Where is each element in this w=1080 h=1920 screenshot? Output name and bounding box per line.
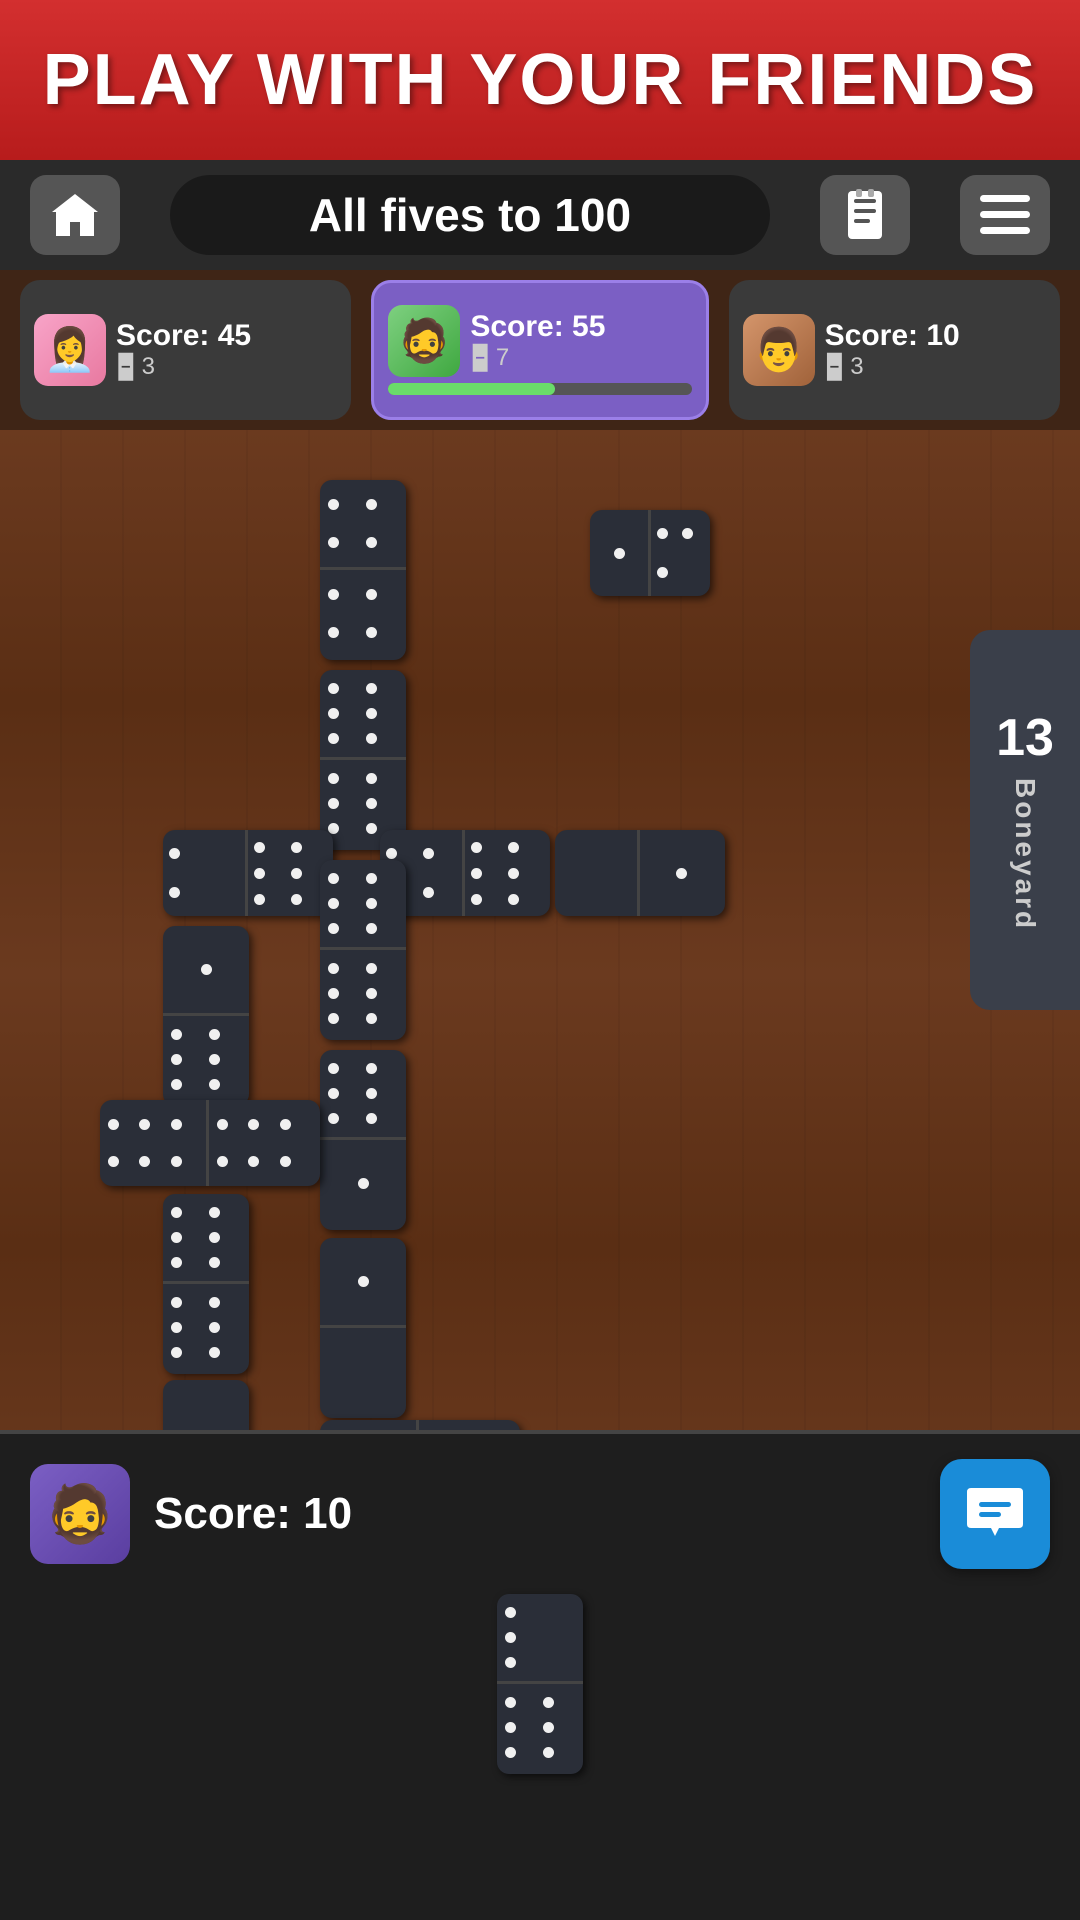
domino-4[interactable] [163,830,333,916]
banner: PLAY WITH YOUR FRIENDS [0,0,1080,160]
my-avatar: 🧔 [30,1464,130,1564]
players-row: 👩‍💼 Score: 45 🁢 3 🧔 Score: 55 🁢 7 [0,270,1080,430]
player-card-1: 👩‍💼 Score: 45 🁢 3 [20,280,351,420]
boneyard-count: 13 [996,708,1054,768]
boneyard-label: Boneyard [1009,778,1041,931]
game-title-box: All fives to 100 [170,175,770,255]
progress-bar-fill [388,383,555,395]
domino-13[interactable] [320,1238,406,1418]
domino-2[interactable] [320,670,406,850]
player-score-3: Score: 10 [825,319,1046,353]
game-title: All fives to 100 [309,188,631,242]
chat-button[interactable] [940,1459,1050,1569]
boneyard[interactable]: 13 Boneyard [970,630,1080,1010]
player-card-2: 🧔 Score: 55 🁢 7 [371,280,708,420]
progress-bar-bg [388,383,691,395]
domino-7[interactable] [163,926,249,1106]
wood-background [0,430,1080,1520]
menu-button[interactable] [960,175,1050,255]
domino-8[interactable] [320,860,406,1040]
domino-1[interactable] [320,480,406,660]
player-tiles-2: 🁢 7 [470,344,691,373]
domino-3[interactable] [590,510,710,596]
avatar-2: 🧔 [388,305,460,377]
player-tiles-1: 🁢 3 [116,353,337,382]
my-domino[interactable] [497,1594,583,1774]
player-card-3: 👨 Score: 10 🁢 3 [729,280,1060,420]
my-domino-area [0,1574,1080,1774]
tile-icon-2: 🁢 [470,344,490,373]
domino-6[interactable] [555,830,725,916]
board-area: 13 Boneyard [0,430,1080,1520]
notes-button[interactable] [820,175,910,255]
my-score: Score: 10 [154,1489,352,1539]
domino-9[interactable] [320,1050,406,1230]
bottom-area: 🧔 Score: 10 [0,1430,1080,1920]
avatar-1: 👩‍💼 [34,314,106,386]
player-score-2: Score: 55 [470,310,691,344]
tile-icon-1: 🁢 [116,353,136,382]
avatar-3: 👨 [743,314,815,386]
domino-10[interactable] [100,1100,320,1186]
tile-icon-3: 🁢 [825,353,845,382]
player-tiles-3: 🁢 3 [825,353,1046,382]
toolbar: All fives to 100 [0,160,1080,270]
my-player-info: 🧔 Score: 10 [0,1434,1080,1574]
banner-text: PLAY WITH YOUR FRIENDS [43,39,1038,121]
home-button[interactable] [30,175,120,255]
player-score-1: Score: 45 [116,319,337,353]
domino-11[interactable] [163,1194,249,1374]
